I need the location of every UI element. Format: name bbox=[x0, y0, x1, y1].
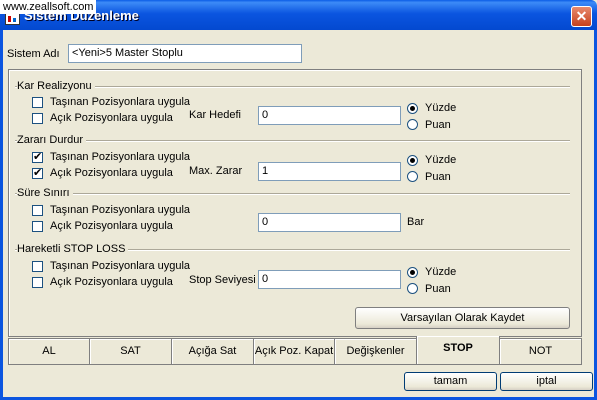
stop-level-input[interactable]: 0 bbox=[258, 270, 401, 289]
bar-limit-input[interactable]: 0 bbox=[258, 213, 401, 232]
kar-points-radio[interactable] bbox=[407, 119, 418, 130]
sure-carried-checkbox[interactable] bbox=[32, 205, 43, 216]
zarar-points-radio[interactable] bbox=[407, 171, 418, 182]
close-button[interactable]: ✕ bbox=[571, 6, 592, 27]
kar-open-checkbox[interactable] bbox=[32, 113, 43, 124]
app-icon bbox=[5, 13, 20, 25]
zarar-open-checkbox[interactable] bbox=[32, 166, 43, 179]
kar-open-label: Açık Pozisyonlara uygula bbox=[50, 112, 173, 124]
cancel-button[interactable]: iptal bbox=[500, 372, 593, 391]
tab-aciga-sat[interactable]: Açığa Sat bbox=[171, 338, 254, 365]
zarar-carried-checkbox[interactable] bbox=[32, 150, 43, 163]
group-title-stop: Hareketli STOP LOSS bbox=[17, 243, 129, 255]
stop-open-label: Açık Pozisyonlara uygula bbox=[50, 276, 173, 288]
sure-carried-label: Taşınan Pozisyonlara uygula bbox=[50, 204, 191, 216]
kar-points-label: Puan bbox=[425, 119, 451, 131]
system-name-input[interactable]: <Yeni>5 Master Stoplu bbox=[68, 44, 302, 63]
bar-unit-label: Bar bbox=[407, 216, 425, 228]
group-title-sure: Süre Sınırı bbox=[17, 187, 73, 199]
group-title-kar: Kar Realizyonu bbox=[17, 80, 95, 92]
zarar-points-label: Puan bbox=[425, 171, 451, 183]
tab-acik-poz-kapat[interactable]: Açık Poz. Kapat bbox=[253, 338, 335, 365]
system-name-label: Sistem Adı bbox=[7, 48, 60, 60]
tab-al[interactable]: AL bbox=[8, 338, 90, 365]
kar-target-input[interactable]: 0 bbox=[258, 106, 401, 125]
watermark: www.zeallsoft.com bbox=[0, 0, 97, 14]
ok-button[interactable]: tamam bbox=[404, 372, 497, 391]
sure-open-label: Açık Pozisyonlara uygula bbox=[50, 220, 173, 232]
tab-sat[interactable]: SAT bbox=[89, 338, 172, 365]
zarar-percent-label: Yüzde bbox=[425, 154, 457, 166]
group-divider bbox=[15, 193, 570, 195]
tab-not[interactable]: NOT bbox=[499, 338, 582, 365]
save-default-button[interactable]: Varsayılan Olarak Kaydet bbox=[355, 307, 570, 329]
zarar-carried-label: Taşınan Pozisyonlara uygula bbox=[50, 151, 191, 163]
sure-open-checkbox[interactable] bbox=[32, 221, 43, 232]
stop-level-label: Stop Seviyesi bbox=[189, 274, 256, 286]
max-loss-input[interactable]: 1 bbox=[258, 162, 401, 181]
tab-degiskenler[interactable]: Değişkenler bbox=[334, 338, 417, 365]
stop-points-label: Puan bbox=[425, 283, 451, 295]
stop-percent-label: Yüzde bbox=[425, 266, 457, 278]
zarar-open-label: Açık Pozisyonlara uygula bbox=[50, 167, 173, 179]
stop-percent-radio[interactable] bbox=[407, 267, 418, 278]
group-divider bbox=[15, 86, 570, 88]
zarar-percent-radio[interactable] bbox=[407, 155, 418, 166]
stop-carried-label: Taşınan Pozisyonlara uygula bbox=[50, 260, 191, 272]
stop-carried-checkbox[interactable] bbox=[32, 261, 43, 272]
kar-carried-label: Taşınan Pozisyonlara uygula bbox=[50, 96, 191, 108]
kar-percent-label: Yüzde bbox=[425, 102, 457, 114]
max-loss-label: Max. Zarar bbox=[189, 165, 243, 177]
stop-open-checkbox[interactable] bbox=[32, 277, 43, 288]
group-divider bbox=[15, 140, 570, 142]
group-title-zarar: Zararı Durdur bbox=[17, 134, 87, 146]
kar-percent-radio[interactable] bbox=[407, 103, 418, 114]
kar-carried-checkbox[interactable] bbox=[32, 97, 43, 108]
stop-points-radio[interactable] bbox=[407, 283, 418, 294]
kar-target-label: Kar Hedefi bbox=[189, 109, 241, 121]
tab-stop[interactable]: STOP bbox=[416, 336, 500, 365]
